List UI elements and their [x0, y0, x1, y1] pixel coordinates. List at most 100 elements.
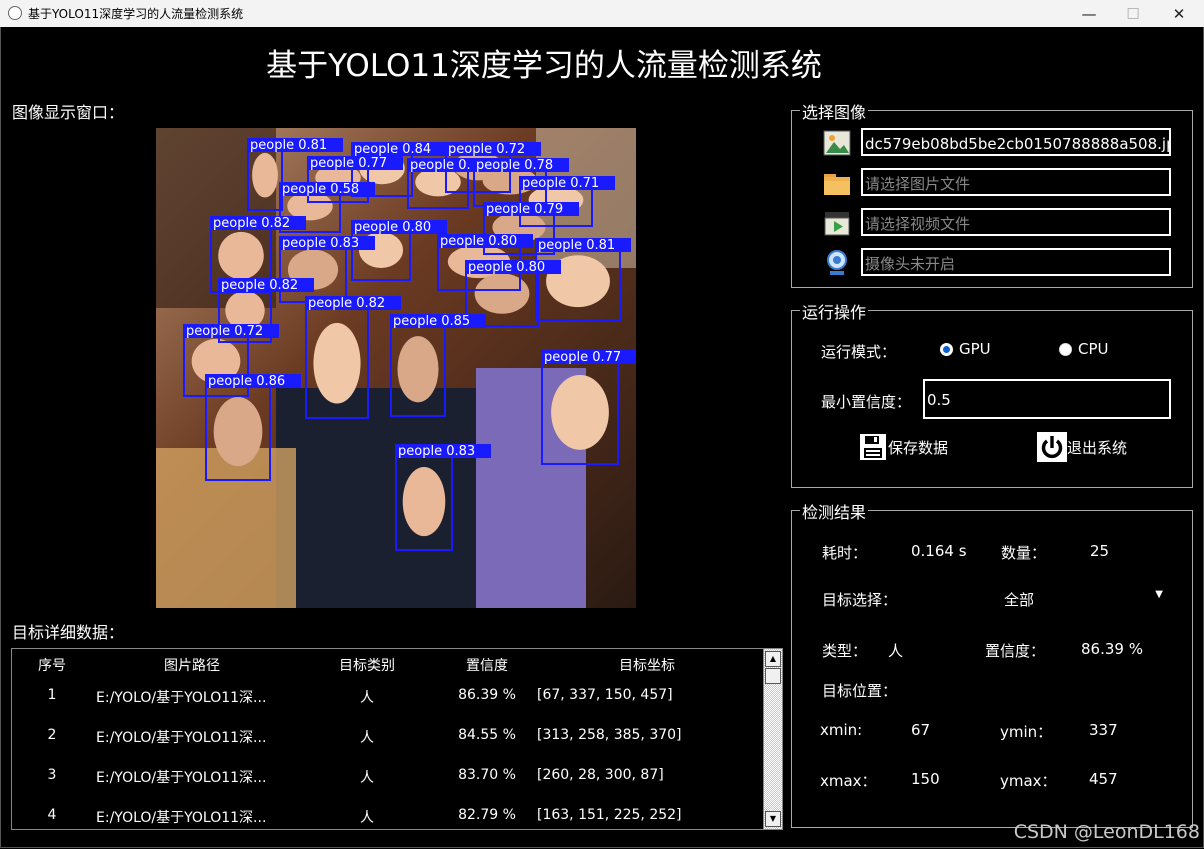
detection-image: people 0.81 people 0.84 people 0.72 people …	[156, 128, 636, 608]
gpu-label[interactable]: GPU	[959, 340, 991, 358]
select-image-title: 选择图像	[800, 99, 869, 123]
cell-coords: [163, 151, 225, 252]	[537, 807, 682, 823]
camera-icon[interactable]	[822, 248, 852, 278]
bbox-label: people 0.71	[522, 176, 599, 191]
cell-index: 3	[47, 767, 57, 783]
table-row[interactable]: 1 E:/YOLO/基于YOLO11深... 人 86.39 % [67, 33…	[12, 677, 762, 717]
image-file-input[interactable]: dc579eb08bd5be2cb0150788888a508.jpg	[861, 128, 1171, 156]
face	[252, 152, 278, 198]
conf-input[interactable]: 0.5	[923, 379, 1171, 419]
image-folder-input[interactable]: 请选择图片文件	[861, 168, 1171, 196]
maximize-button[interactable]: ☐	[1110, 0, 1156, 27]
select-image-group: 选择图像 dc579eb08bd5be2cb0150788888a508.jpg…	[791, 99, 1193, 288]
window-title: 基于YOLO11深度学习的人流量检测系统	[28, 7, 244, 21]
ymax-value: 457	[1089, 770, 1118, 788]
bbox-label: people 0.	[410, 158, 471, 173]
minimize-button[interactable]: —	[1066, 0, 1112, 27]
xmin-label: xmin:	[820, 721, 863, 739]
result-conf-label: 置信度：	[985, 642, 1046, 660]
header-confidence[interactable]: 置信度	[442, 655, 532, 675]
bbox-label: people 0.84	[354, 142, 431, 157]
xmax-label: xmax：	[820, 772, 877, 790]
bbox-label: people 0.82	[308, 296, 385, 311]
cell-class: 人	[360, 730, 374, 746]
bbox-label: people 0.80	[440, 234, 517, 249]
face	[474, 273, 530, 314]
mode-label: 运行模式：	[821, 343, 897, 361]
table-row[interactable]: 4 E:/YOLO/基于YOLO11深... 人 82.79 % [163, 1…	[12, 797, 762, 829]
cell-path: E:/YOLO/基于YOLO11深...	[96, 690, 267, 706]
cell-confidence: 86.39 %	[458, 687, 516, 703]
video-file-input[interactable]: 请选择视频文件	[861, 208, 1171, 236]
face	[218, 231, 264, 280]
table-row[interactable]: 2 E:/YOLO/基于YOLO11深... 人 84.55 % [313, 2…	[12, 717, 762, 757]
bbox-label: people 0.78	[476, 158, 553, 173]
table-scrollbar[interactable]: ▲ ▼	[763, 649, 782, 829]
video-file-icon[interactable]	[822, 208, 852, 238]
window-titlebar: 基于YOLO11深度学习的人流量检测系统 — ☐ ✕	[0, 0, 1204, 27]
run-group: 运行操作 运行模式： GPU CPU 最小置信度： 0.5 保存数据 退出系统	[791, 299, 1193, 488]
cell-index: 2	[47, 727, 57, 743]
close-button[interactable]: ✕	[1156, 0, 1202, 27]
bbox-label: people 0.86	[208, 374, 285, 389]
cell-confidence: 83.70 %	[458, 767, 516, 783]
header-coords[interactable]: 目标坐标	[572, 655, 722, 675]
target-select-label: 目标选择：	[822, 591, 898, 609]
dropdown-arrow-icon: ▼	[1155, 589, 1163, 600]
bbox-label: people 0.77	[544, 350, 621, 365]
table-row[interactable]: 3 E:/YOLO/基于YOLO11深... 人 83.70 % [260, 2…	[12, 757, 762, 797]
ymin-value: 337	[1089, 721, 1118, 739]
xmax-value: 150	[911, 770, 940, 788]
cell-confidence: 84.55 %	[458, 727, 516, 743]
face	[397, 336, 439, 403]
ymax-label: ymax：	[1000, 772, 1057, 790]
xmin-value: 67	[911, 721, 931, 739]
gpu-radio[interactable]	[940, 343, 953, 356]
bbox-label: people 0.58	[282, 182, 359, 197]
type-label: 类型：	[822, 642, 868, 660]
cpu-radio[interactable]	[1059, 343, 1072, 356]
count-value: 25	[1090, 542, 1110, 560]
scroll-down-arrow-icon[interactable]: ▼	[765, 811, 781, 827]
save-button[interactable]: 保存数据	[858, 432, 948, 462]
cpu-label[interactable]: CPU	[1078, 340, 1109, 358]
exit-button[interactable]: 退出系统	[1037, 432, 1127, 462]
run-title: 运行操作	[800, 299, 869, 323]
header-class[interactable]: 目标类别	[317, 655, 417, 675]
face	[402, 467, 446, 537]
detection-canvas: people 0.81 people 0.84 people 0.72people …	[156, 128, 636, 608]
target-select[interactable]: 全部 ▼	[942, 585, 1167, 611]
face	[551, 374, 609, 450]
header-index[interactable]: 序号	[22, 655, 82, 675]
cell-path: E:/YOLO/基于YOLO11深...	[96, 730, 267, 746]
scroll-thumb[interactable]	[765, 668, 781, 684]
power-icon	[1037, 432, 1067, 462]
header-path[interactable]: 图片路径	[132, 655, 252, 675]
scroll-up-arrow-icon[interactable]: ▲	[765, 651, 781, 667]
save-icon	[860, 434, 886, 460]
save-label: 保存数据	[888, 438, 949, 457]
cell-path: E:/YOLO/基于YOLO11深...	[96, 810, 267, 826]
bbox-label: people 0.82	[213, 216, 290, 231]
time-label: 耗时：	[822, 544, 868, 562]
bbox-label: people 0.81	[250, 138, 327, 153]
bbox-label: people 0.82	[221, 278, 298, 293]
bbox-label: people 0.83	[398, 444, 475, 459]
cell-coords: [67, 337, 150, 457]	[537, 687, 673, 703]
bbox-label: people 0.77	[310, 156, 387, 171]
bbox-label: people 0.80	[468, 260, 545, 275]
cell-index: 1	[47, 687, 57, 703]
result-conf-value: 86.39 %	[1081, 640, 1143, 658]
folder-icon[interactable]	[822, 168, 852, 198]
bbox-label: people 0.85	[393, 314, 470, 329]
app-icon	[8, 6, 22, 20]
bbox-label: people 0.72	[448, 142, 525, 157]
bbox-label: people 0.83	[282, 236, 359, 251]
cell-coords: [313, 258, 385, 370]	[537, 727, 682, 743]
camera-input[interactable]: 摄像头未开启	[861, 248, 1171, 276]
watermark: CSDN @LeonDL168	[1013, 821, 1200, 843]
bbox-label: people 0.79	[486, 202, 563, 217]
ymin-label: ymin：	[1000, 723, 1053, 741]
type-value: 人	[888, 642, 904, 660]
image-file-icon[interactable]	[822, 128, 852, 158]
